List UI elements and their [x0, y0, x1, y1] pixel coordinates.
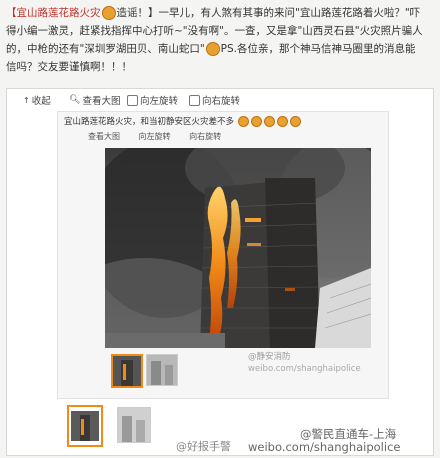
card-thumbnail-1[interactable] — [67, 405, 103, 447]
embedded-caption-text: 宜山路莲花路火灾，和当初静安区火灾差不多 — [64, 117, 235, 127]
embedded-view-large[interactable]: 查看大图 — [88, 132, 120, 141]
collapse-label: 收起 — [31, 96, 51, 107]
card-thumbnail-2[interactable] — [117, 407, 151, 443]
embedded-rotate-right[interactable]: 向右旋转 — [189, 132, 221, 141]
collapse-button[interactable]: ↑ 收起 — [23, 93, 51, 108]
watermark-bottom-left: @好报手警 — [176, 440, 231, 453]
watermark-bottom-right-url: weibo.com/shanghaipolice — [248, 440, 401, 454]
crying-emoji-icon-2 — [250, 116, 262, 127]
crying-emoji-icon-4 — [276, 116, 288, 127]
thumbnail-2[interactable] — [146, 354, 178, 386]
post-text: 【宜山路莲花路火灾 造谣！】一早儿，有人煞有其事的来问"宜山路莲花路着火啦？"吓 … — [6, 4, 434, 76]
collapse-icon: ↑ — [23, 95, 30, 105]
image-toolbar: ↑ 收起 🔍︎ 查看大图 向左旋转 向右旋转 — [7, 89, 433, 109]
fire-photo[interactable] — [105, 148, 371, 348]
thumbnail-1-image — [113, 356, 141, 386]
thumbnail-1[interactable] — [111, 354, 143, 388]
post-line-3: 的，中枪的还有"深圳罗湖田贝、南山蛇口" PS.各位亲，那个神马信神马圈里的消息能 — [6, 40, 434, 58]
rotate-left-button[interactable]: 向左旋转 — [127, 93, 178, 107]
rotate-right-icon — [189, 94, 200, 106]
post-hashtag[interactable]: 【宜山路莲花路火灾 — [6, 7, 101, 19]
crying-emoji-icon — [237, 116, 249, 127]
fire-photo-image — [105, 148, 371, 348]
rotate-left-label: 向左旋转 — [140, 96, 179, 107]
magnifier-icon: 🔍︎ — [69, 95, 81, 105]
view-large-label: 查看大图 — [82, 96, 121, 107]
view-large-button[interactable]: 🔍︎ 查看大图 — [69, 93, 120, 107]
crying-emoji-icon-5 — [289, 116, 301, 127]
card-thumbnail-1-image — [69, 407, 101, 445]
rotate-right-label: 向右旋转 — [202, 96, 241, 107]
post-line-3-text-b: PS.各位亲，那个神马信神马圈里的消息能 — [220, 43, 416, 55]
angry-emoji-icon-2 — [205, 42, 220, 56]
post-line-2: 得小编一激灵，赶紧找指挥中心打听~"没有啊"。一查，又是拿"山西灵石县"火灾照片… — [6, 25, 423, 37]
embedded-rotate-left[interactable]: 向左旋转 — [139, 132, 171, 141]
image-card: ↑ 收起 🔍︎ 查看大图 向左旋转 向右旋转 宜山路莲花路火灾，和当初静安区火灾差不… — [6, 88, 434, 456]
rotate-left-icon — [127, 94, 138, 106]
rotate-right-button[interactable]: 向右旋转 — [189, 93, 240, 107]
embedded-caption: 宜山路莲花路火灾，和当初静安区火灾差不多 — [64, 115, 302, 127]
embedded-watermark-url: weibo.com/shanghaipolice — [248, 364, 361, 374]
embedded-post: 宜山路莲花路火灾，和当初静安区火灾差不多 查看大图 向左旋转 向右旋转 @静安消… — [57, 111, 389, 399]
crying-emoji-icon-3 — [263, 116, 275, 127]
post-line-3-text: 的，中枪的还有"深圳罗湖田贝、南山蛇口" — [6, 43, 205, 55]
embedded-toolbar: 查看大图 向左旋转 向右旋转 — [88, 131, 237, 142]
thumbnail-2-image — [147, 355, 177, 385]
angry-emoji-icon — [101, 6, 116, 20]
card-thumbnail-2-image — [118, 408, 150, 442]
post-line-1-text: 造谣！】一早儿，有人煞有其事的来问"宜山路莲花路着火啦？"吓 — [116, 7, 421, 19]
embedded-watermark-handle: @静安消防 — [248, 352, 291, 362]
post-line-1: 【宜山路莲花路火灾 造谣！】一早儿，有人煞有其事的来问"宜山路莲花路着火啦？"吓 — [6, 4, 434, 22]
post-line-4: 信吗？交友要谨慎啊！！！ — [6, 61, 132, 73]
